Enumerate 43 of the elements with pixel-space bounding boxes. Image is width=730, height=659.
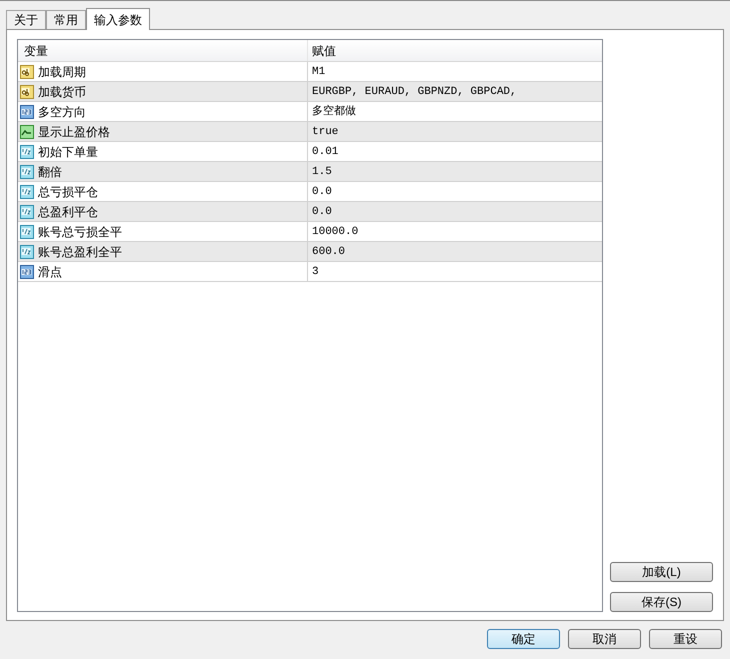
parameter-name: 总亏损平仓 <box>38 184 98 200</box>
parameter-value[interactable]: 0.0 <box>312 202 332 220</box>
parameter-name: 多空方向 <box>38 104 86 120</box>
tab[interactable]: 输入参数 <box>86 8 150 30</box>
parameter-name: 加载周期 <box>38 64 86 80</box>
dialog-button[interactable]: 确定 <box>487 629 560 649</box>
parameter-value[interactable]: 3 <box>312 262 319 280</box>
parameter-name: 显示止盈价格 <box>38 124 110 140</box>
tab[interactable]: 常用 <box>46 10 86 29</box>
dialog-button[interactable]: 取消 <box>568 629 641 649</box>
side-button[interactable]: 加载(L) <box>610 562 713 582</box>
parameter-value[interactable]: EURGBP, EURAUD, GBPNZD, GBPCAD, <box>312 82 517 100</box>
fraction-type-icon <box>20 204 34 218</box>
side-button[interactable]: 保存(S) <box>610 592 713 612</box>
parameter-name: 总盈利平仓 <box>38 204 98 220</box>
column-header[interactable]: 变量 <box>18 40 308 61</box>
column-header[interactable]: 赋值 <box>308 40 602 61</box>
parameter-value[interactable]: 多空都做 <box>312 102 356 120</box>
parameter-value[interactable]: 600.0 <box>312 242 346 260</box>
text-type-icon <box>20 84 34 98</box>
tab[interactable]: 关于 <box>6 10 46 29</box>
parameter-value[interactable]: 0.01 <box>312 142 338 160</box>
parameter-value[interactable]: 1.5 <box>312 162 332 180</box>
parameter-name: 账号总亏损全平 <box>38 224 122 240</box>
fraction-type-icon <box>20 164 34 178</box>
parameter-name: 加载货币 <box>38 84 86 100</box>
parameter-value[interactable]: 10000.0 <box>312 222 358 240</box>
number-type-icon <box>20 104 34 118</box>
parameter-name: 初始下单量 <box>38 144 98 160</box>
parameter-name: 账号总盈利全平 <box>38 244 122 260</box>
parameter-value[interactable]: M1 <box>312 62 326 80</box>
fraction-type-icon <box>20 144 34 158</box>
chart-type-icon <box>20 124 34 138</box>
parameter-name: 滑点 <box>38 264 62 280</box>
text-type-icon <box>20 64 34 78</box>
parameter-value[interactable]: true <box>312 122 338 140</box>
fraction-type-icon <box>20 224 34 238</box>
fraction-type-icon <box>20 184 34 198</box>
parameter-value[interactable]: 0.0 <box>312 182 332 200</box>
number-type-icon <box>20 264 34 278</box>
parameter-name: 翻倍 <box>38 164 62 180</box>
fraction-type-icon <box>20 244 34 258</box>
dialog-button[interactable]: 重设 <box>649 629 722 649</box>
